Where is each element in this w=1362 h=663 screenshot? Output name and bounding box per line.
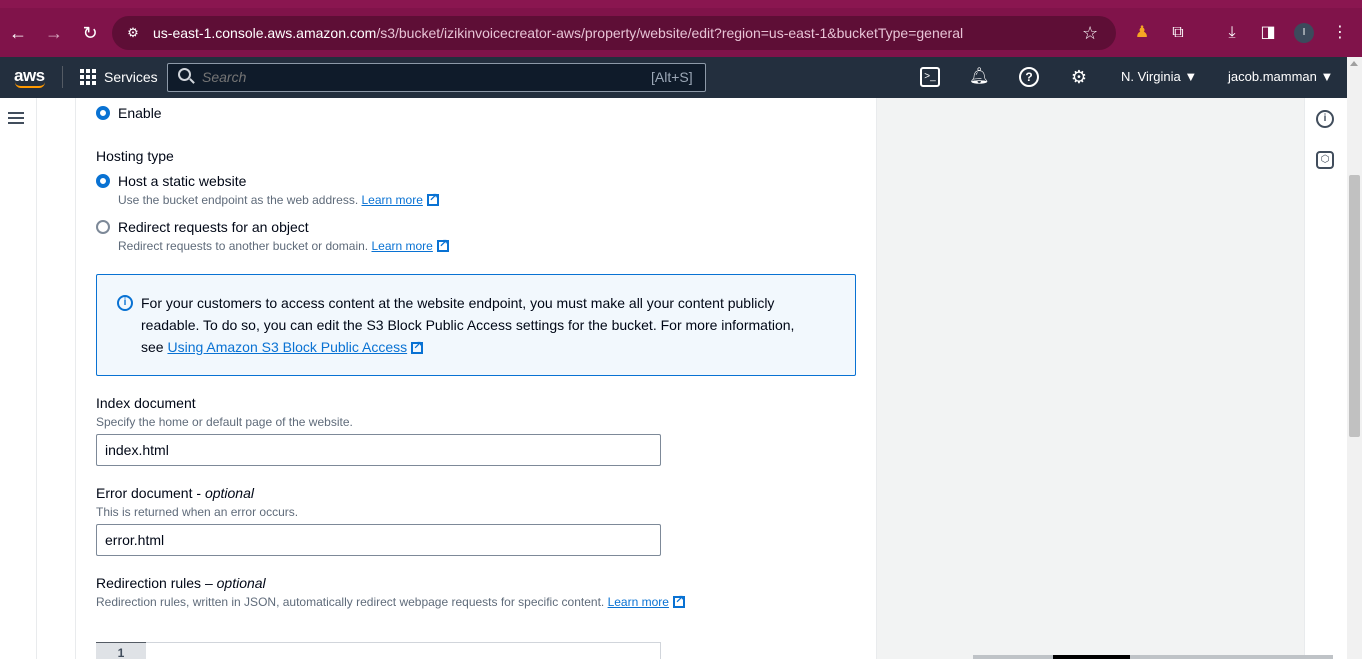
info-panel-icon[interactable]: i: [1316, 110, 1334, 128]
info-icon: i: [117, 295, 133, 311]
optional-tag: optional: [204, 485, 254, 501]
feedback-hexagon-icon[interactable]: ⬡: [1316, 151, 1334, 169]
content-background: [877, 98, 1304, 659]
redirection-rules-label: Redirection rules – optional: [96, 575, 266, 591]
reload-icon[interactable]: ↻: [79, 22, 101, 44]
extensions-puzzle-icon[interactable]: ⧉: [1167, 22, 1189, 44]
host-static-website-label: Host a static website: [118, 173, 247, 189]
hosting-type-label: Hosting type: [96, 148, 174, 164]
external-link-icon: [672, 593, 685, 608]
external-link-icon: [411, 339, 424, 354]
bookmark-star-icon[interactable]: ☆: [1082, 22, 1098, 44]
search-input[interactable]: [202, 69, 502, 85]
info-alert-line-2: readable. To do so, you can edit the S3 …: [141, 317, 795, 333]
settings-gear-icon[interactable]: ⚙: [1069, 67, 1089, 87]
back-icon[interactable]: ←: [7, 22, 29, 44]
tab-strip: [0, 0, 1362, 8]
info-alert-see: see: [141, 339, 164, 355]
account-menu[interactable]: jacob.mamman ▼: [1228, 69, 1333, 84]
info-alert-line-3: see Using Amazon S3 Block Public Access: [141, 339, 424, 355]
error-document-hint: This is returned when an error occurs.: [96, 505, 299, 519]
enable-radio[interactable]: [96, 106, 110, 120]
browser-menu-icon[interactable]: ⋮: [1329, 22, 1351, 44]
notifications-bell-icon[interactable]: 🔔︎: [969, 67, 989, 87]
learn-more-link[interactable]: Learn more: [362, 193, 423, 207]
nav-divider: [62, 66, 63, 88]
info-alert-line-1: For your customers to access content at …: [141, 295, 775, 311]
redirect-requests-radio[interactable]: [96, 220, 110, 234]
aws-logo-smile: [15, 82, 45, 88]
redirection-rules-hint: Redirection rules, written in JSON, auto…: [96, 593, 685, 609]
redirect-requests-label: Redirect requests for an object: [118, 219, 309, 235]
horizontal-scrollbar[interactable]: [973, 655, 1333, 659]
hamburger-menu-icon[interactable]: [8, 112, 24, 124]
learn-more-link[interactable]: Learn more: [608, 595, 669, 609]
learn-more-link[interactable]: Learn more: [371, 239, 432, 253]
option-description: Redirect requests to another bucket or d…: [118, 239, 369, 253]
index-document-label: Index document: [96, 395, 196, 411]
optional-tag: optional: [216, 575, 266, 591]
external-link-icon: [436, 237, 449, 252]
redirect-requests-description: Redirect requests to another bucket or d…: [118, 237, 449, 253]
search-icon: [178, 68, 191, 81]
enable-label: Enable: [118, 105, 162, 121]
host-static-website-radio[interactable]: [96, 174, 110, 188]
block-public-access-link[interactable]: Using Amazon S3 Block Public Access: [167, 339, 407, 355]
help-icon[interactable]: ?: [1019, 67, 1039, 87]
side-panel-icon[interactable]: ◨: [1257, 22, 1279, 44]
external-link-icon: [426, 191, 439, 206]
error-document-input[interactable]: [96, 524, 661, 556]
extension-icon[interactable]: ♟: [1131, 22, 1153, 44]
search-shortcut-hint: [Alt+S]: [651, 69, 693, 85]
horizontal-scrollbar-thumb[interactable]: [1053, 655, 1130, 659]
line-number-gutter: 1: [96, 642, 146, 660]
error-document-title: Error document -: [96, 485, 202, 501]
forward-icon[interactable]: →: [43, 22, 65, 44]
region-selector[interactable]: N. Virginia ▼: [1121, 69, 1197, 84]
left-navigation-rail: [0, 98, 37, 659]
index-document-hint: Specify the home or default page of the …: [96, 415, 353, 429]
redirection-rules-editor[interactable]: [96, 642, 661, 659]
cloudshell-icon[interactable]: >_: [920, 67, 940, 87]
download-icon[interactable]: ⤓: [1221, 22, 1243, 44]
url-path: /s3/bucket/izikinvoicecreator-aws/proper…: [376, 25, 964, 41]
index-document-input[interactable]: [96, 434, 661, 466]
services-menu-button[interactable]: Services: [104, 69, 158, 85]
url-host: us-east-1.console.aws.amazon.com: [153, 25, 377, 41]
error-document-label: Error document - optional: [96, 485, 254, 501]
scrollbar-thumb[interactable]: [1349, 175, 1360, 437]
host-static-website-description: Use the bucket endpoint as the web addre…: [118, 191, 439, 207]
services-grid-icon[interactable]: [80, 69, 96, 85]
redirection-rules-title: Redirection rules –: [96, 575, 213, 591]
right-tools-rail: [1304, 98, 1347, 659]
profile-avatar[interactable]: I: [1294, 23, 1314, 43]
option-description: Use the bucket endpoint as the web addre…: [118, 193, 359, 207]
url-text[interactable]: us-east-1.console.aws.amazon.com/s3/buck…: [153, 25, 963, 41]
scroll-up-arrow-icon[interactable]: [1350, 61, 1358, 66]
site-info-icon[interactable]: ⚙: [124, 24, 142, 42]
redirection-rules-description: Redirection rules, written in JSON, auto…: [96, 595, 605, 609]
